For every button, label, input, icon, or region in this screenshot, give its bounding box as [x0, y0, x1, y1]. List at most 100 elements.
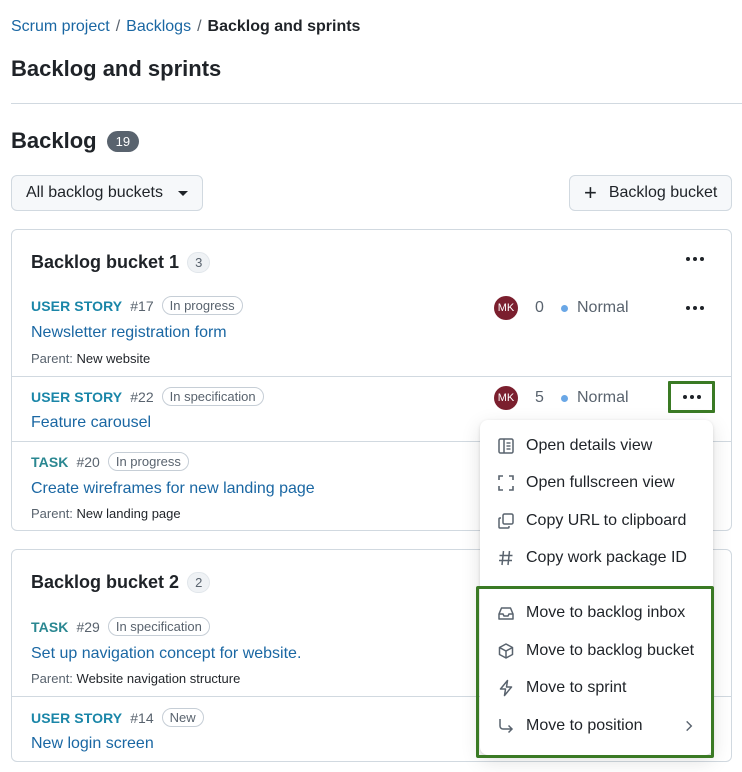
- zap-icon: [499, 679, 513, 697]
- arrow-turn-icon: [499, 719, 514, 734]
- status-badge[interactable]: New: [161, 708, 204, 727]
- plus-icon: +: [584, 180, 597, 205]
- work-package-subject[interactable]: Feature carousel: [31, 414, 151, 432]
- breadcrumb-current: Backlog and sprints: [207, 18, 361, 35]
- status-badge[interactable]: In specification: [161, 387, 264, 406]
- menu-item-label: Open fullscreen view: [526, 474, 675, 491]
- priority: Normal: [561, 299, 629, 317]
- work-package-subject[interactable]: Set up navigation concept for website.: [31, 645, 301, 663]
- work-package-id[interactable]: #14: [130, 710, 153, 726]
- page-title: Backlog and sprints: [11, 56, 222, 81]
- bucket-header: Backlog bucket 2 2: [31, 572, 211, 593]
- menu-item-label: Move to backlog bucket: [526, 642, 695, 659]
- dot-icon: [689, 395, 694, 399]
- bucket-count-badge: 2: [187, 572, 211, 593]
- work-package-type: TASK: [31, 618, 69, 635]
- backlog-bucket-filter[interactable]: All backlog buckets: [11, 175, 203, 211]
- work-package-type: USER STORY: [31, 297, 123, 314]
- copy-icon: [498, 513, 514, 529]
- bucket-more-actions-button[interactable]: [673, 244, 717, 274]
- hash-icon: [499, 550, 513, 566]
- work-package-meta: USER STORY #17 In progress: [31, 296, 243, 315]
- work-package-meta: TASK #29 In specification: [31, 617, 210, 636]
- menu-item-label: Move to sprint: [526, 679, 627, 696]
- dot-icon: [682, 395, 687, 399]
- dot-icon: [700, 306, 704, 310]
- work-package-parent: Parent: New website: [31, 351, 150, 366]
- work-package-id[interactable]: #20: [76, 454, 99, 470]
- add-backlog-bucket-button[interactable]: + Backlog bucket: [569, 175, 732, 211]
- parent-label: Parent:: [31, 506, 73, 521]
- dot-icon: [696, 395, 701, 399]
- status-badge[interactable]: In progress: [161, 296, 243, 315]
- menu-item-label: Copy work package ID: [526, 549, 687, 566]
- menu-item-open-fullscreen-view[interactable]: Open fullscreen view: [497, 474, 702, 492]
- work-package-type: TASK: [31, 453, 69, 470]
- backlog-title: Backlog: [11, 128, 97, 153]
- add-backlog-bucket-label: Backlog bucket: [608, 184, 718, 201]
- breadcrumb-separator: /: [197, 18, 202, 35]
- backlog-count-badge: 19: [106, 130, 140, 152]
- work-package-row[interactable]: USER STORY #17 In progress Newsletter re…: [12, 294, 731, 376]
- caret-down-icon: [178, 190, 188, 196]
- work-package-meta: TASK #20 In progress: [31, 452, 189, 471]
- work-package-parent: Parent: New landing page: [31, 506, 181, 521]
- work-package-more-actions-button[interactable]: [673, 293, 717, 323]
- breadcrumb-separator: /: [115, 18, 121, 35]
- status-badge[interactable]: In progress: [107, 452, 189, 471]
- work-package-id[interactable]: #17: [130, 298, 153, 314]
- breadcrumb: Scrum project / Backlogs / Backlog and s…: [11, 18, 360, 36]
- story-points: 0: [535, 299, 544, 316]
- work-package-type: USER STORY: [31, 709, 123, 726]
- work-package-id[interactable]: #29: [76, 619, 99, 635]
- dot-icon: [686, 257, 690, 261]
- header-divider: [11, 103, 742, 104]
- menu-item-label: Open details view: [526, 437, 653, 454]
- work-package-subject[interactable]: Newsletter registration form: [31, 324, 227, 342]
- work-package-more-actions-button[interactable]: [668, 381, 715, 413]
- menu-item-label: Copy URL to clipboard: [526, 512, 687, 529]
- bucket-header: Backlog bucket 1 3: [31, 252, 211, 273]
- parent-link[interactable]: Website navigation structure: [77, 671, 241, 686]
- inbox-icon: [498, 607, 514, 620]
- menu-item-label: Move to backlog inbox: [526, 604, 686, 621]
- priority: Normal: [561, 389, 629, 407]
- backlog-header: Backlog 19: [11, 128, 140, 154]
- breadcrumb-backlogs[interactable]: Backlogs: [126, 18, 191, 36]
- work-package-id[interactable]: #22: [130, 389, 153, 405]
- menu-item-move-to-backlog-bucket[interactable]: Move to backlog bucket: [497, 642, 702, 660]
- dot-icon: [686, 306, 690, 310]
- work-package-meta: USER STORY #22 In specification: [31, 387, 264, 406]
- work-package-type: USER STORY: [31, 388, 123, 405]
- work-package-subject[interactable]: New login screen: [31, 735, 154, 753]
- parent-link[interactable]: New website: [77, 351, 151, 366]
- parent-link[interactable]: New landing page: [77, 506, 181, 521]
- menu-item-move-to-sprint[interactable]: Move to sprint: [497, 679, 702, 697]
- fullscreen-icon: [498, 475, 514, 491]
- breadcrumb-scrum-project[interactable]: Scrum project: [11, 18, 110, 36]
- bucket-count-badge: 3: [187, 252, 211, 273]
- menu-item-label: Move to position: [526, 717, 643, 734]
- menu-item-copy-work-package-id[interactable]: Copy work package ID: [497, 549, 702, 567]
- package-icon: [498, 643, 514, 659]
- work-package-parent: Parent: Website navigation structure: [31, 671, 240, 686]
- menu-item-open-details-view[interactable]: Open details view: [497, 437, 702, 455]
- bucket-name: Backlog bucket 1: [31, 252, 180, 272]
- priority-dot-icon: [561, 394, 568, 402]
- avatar[interactable]: MK: [494, 386, 518, 410]
- work-package-context-menu: Open details view Open fullscreen view C…: [480, 420, 713, 755]
- status-badge[interactable]: In specification: [107, 617, 210, 636]
- work-package-subject[interactable]: Create wireframes for new landing page: [31, 480, 315, 498]
- dot-icon: [693, 306, 697, 310]
- menu-item-copy-url[interactable]: Copy URL to clipboard: [497, 512, 702, 530]
- bucket-name: Backlog bucket 2: [31, 572, 180, 592]
- dot-icon: [700, 257, 704, 261]
- priority-label: Normal: [577, 299, 629, 316]
- priority-label: Normal: [577, 389, 629, 406]
- work-package-meta: USER STORY #14 New: [31, 708, 204, 727]
- parent-label: Parent:: [31, 671, 73, 686]
- avatar[interactable]: MK: [494, 296, 518, 320]
- menu-item-move-to-backlog-inbox[interactable]: Move to backlog inbox: [497, 604, 702, 622]
- menu-item-move-to-position[interactable]: Move to position: [497, 717, 702, 735]
- story-points: 5: [535, 389, 544, 406]
